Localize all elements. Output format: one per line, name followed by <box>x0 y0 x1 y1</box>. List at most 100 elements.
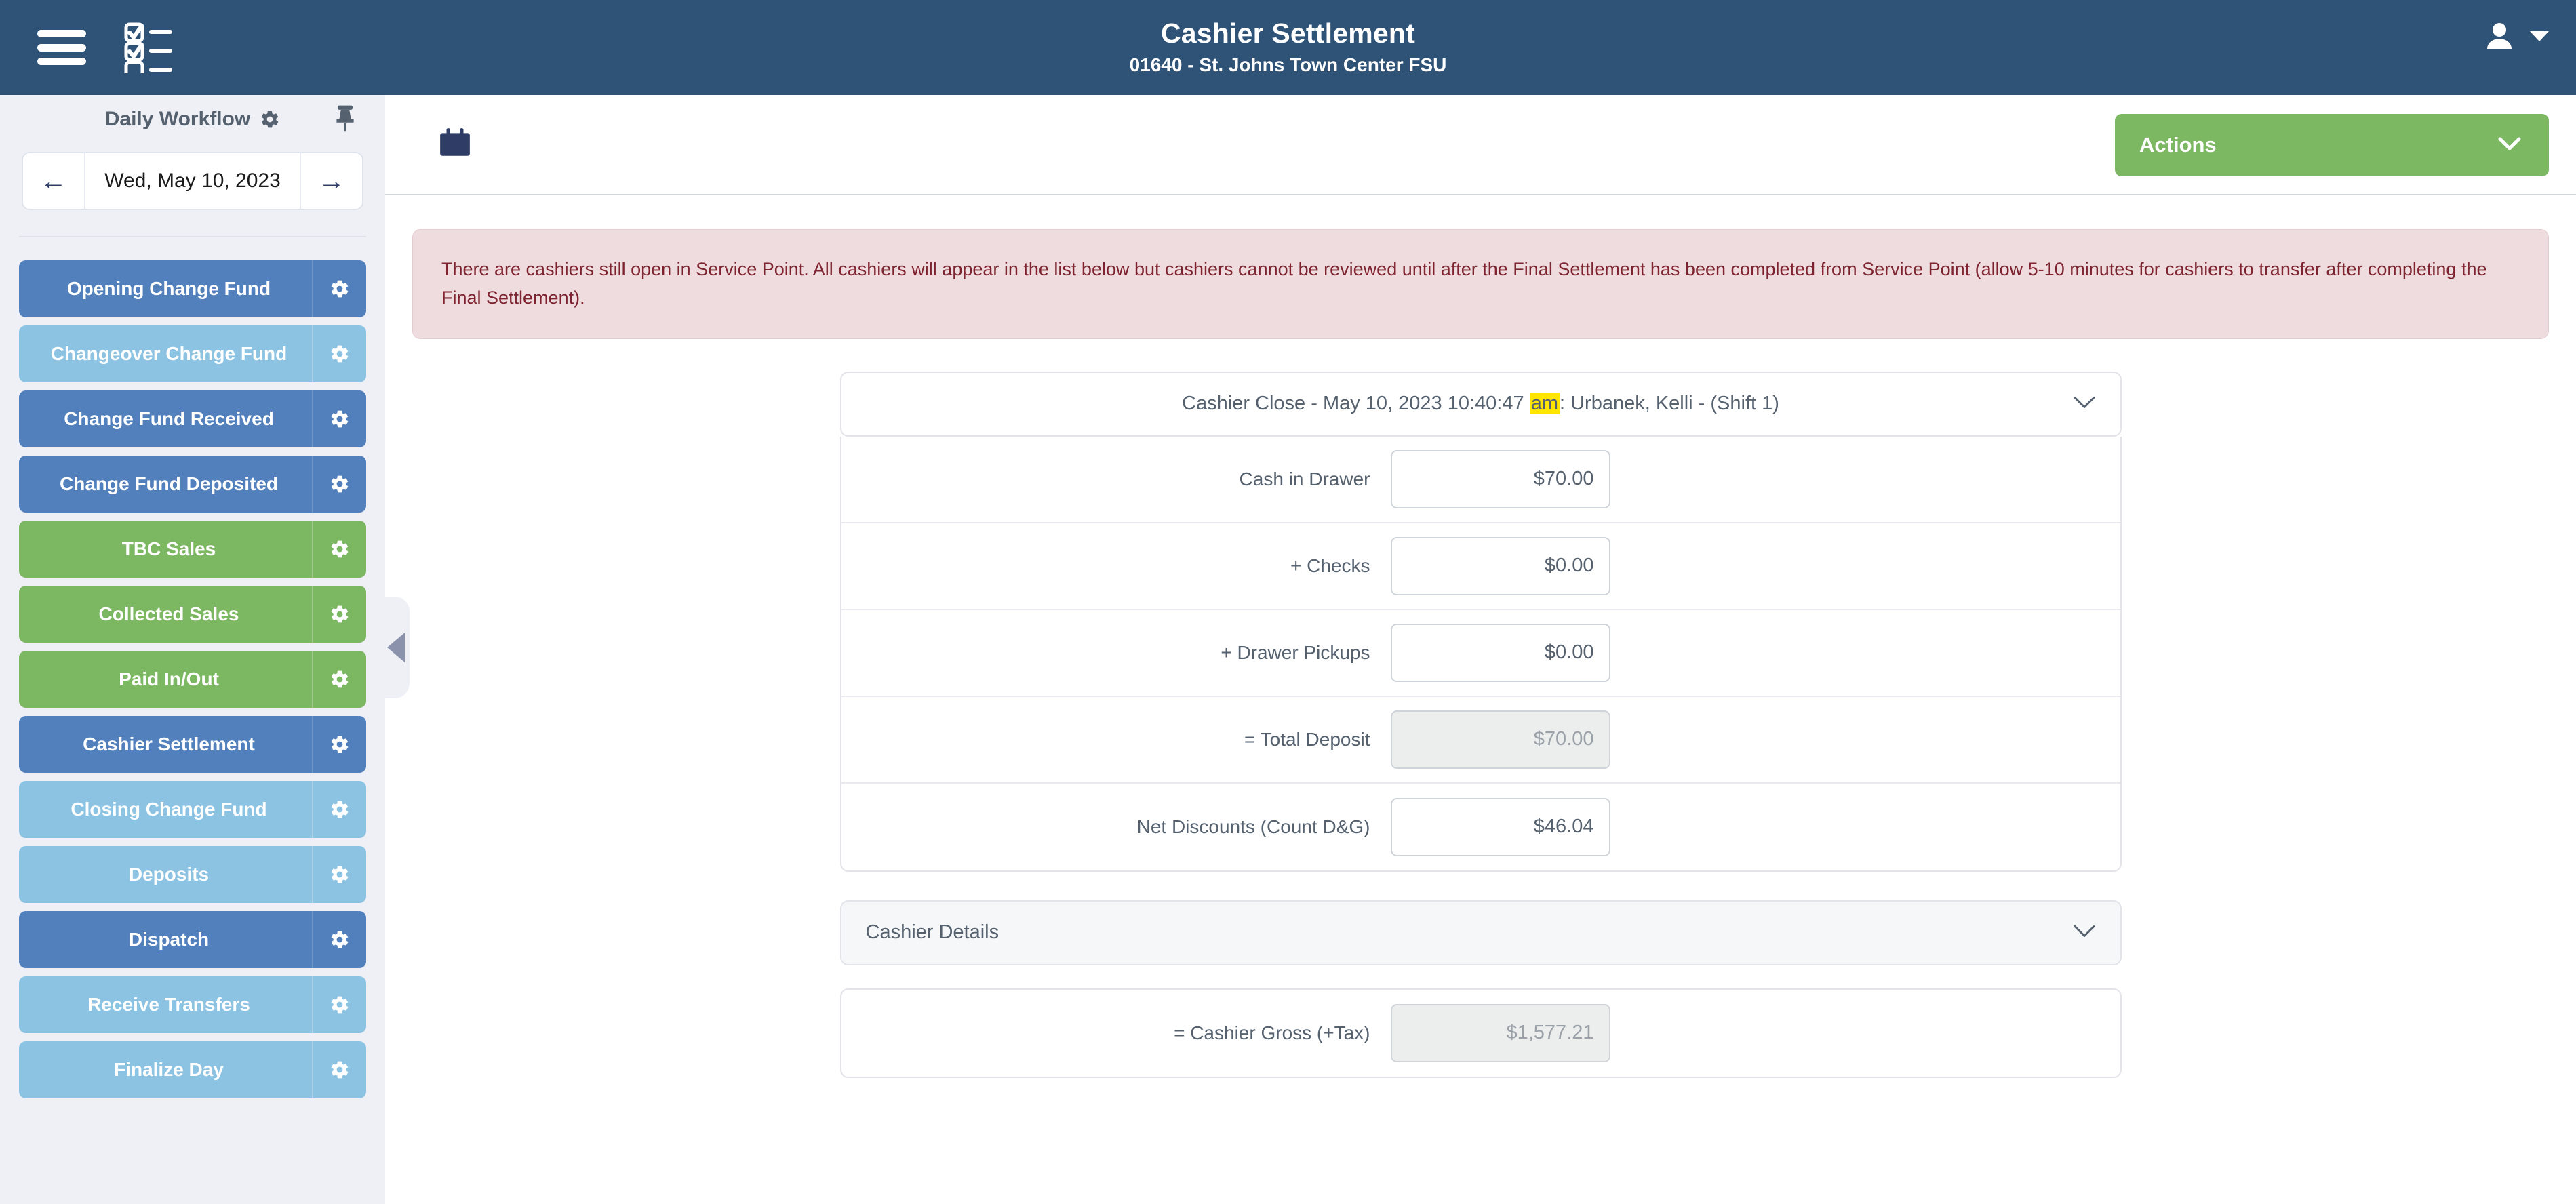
page-subtitle: 01640 - St. Johns Town Center FSU <box>1129 54 1447 75</box>
cashier-close-title-prefix: Cashier Close - May 10, 2023 10:40:47 <box>1182 393 1530 415</box>
cashier-close-panel: Cashier Close - May 10, 2023 10:40:47 am… <box>839 371 2122 872</box>
field-label: + Drawer Pickups <box>1221 641 1370 663</box>
actions-dropdown-button[interactable]: Actions <box>2115 114 2549 176</box>
cashier-details-title: Cashier Details <box>865 921 999 944</box>
sidebar-item-receive-transfers[interactable]: Receive Transfers <box>19 976 366 1033</box>
field-row: + Checks <box>841 523 2120 610</box>
sidebar-title: Daily Workflow <box>104 108 251 130</box>
current-date-value[interactable]: Wed, May 10, 2023 <box>85 153 300 209</box>
checklist-icon[interactable] <box>123 22 175 81</box>
sidebar-item-label: Closing Change Fund <box>71 799 267 820</box>
sidebar-item-label: Dispatch <box>128 929 210 950</box>
sidebar-item-label: Change Fund Deposited <box>60 473 278 494</box>
actions-button-label: Actions <box>2139 133 2217 157</box>
page-title: Cashier Settlement <box>1160 17 1415 49</box>
sidebar-item-cashier-settlement[interactable]: Cashier Settlement <box>19 716 366 773</box>
gear-icon[interactable] <box>312 651 366 708</box>
sidebar-item-label: Finalize Day <box>114 1059 224 1080</box>
hamburger-menu-icon[interactable] <box>37 30 86 65</box>
date-navigator: ← Wed, May 10, 2023 → <box>22 152 363 210</box>
gear-icon[interactable] <box>312 846 366 903</box>
sidebar-item-finalize-day[interactable]: Finalize Day <box>19 1041 366 1098</box>
sidebar-item-label: Opening Change Fund <box>66 278 271 299</box>
pin-icon[interactable] <box>332 104 358 138</box>
chevron-down-icon <box>2497 136 2522 155</box>
gear-icon[interactable] <box>312 390 366 447</box>
field-label: Cash in Drawer <box>1239 468 1370 489</box>
field-input[interactable] <box>1390 536 1610 595</box>
sidebar: Daily Workflow ← Wed, May 10, 2023 → Ope… <box>0 95 385 1204</box>
sidebar-item-label: Deposits <box>128 864 210 885</box>
main-content: Actions There are cashiers still open in… <box>385 95 2576 1204</box>
chevron-down-icon <box>2073 923 2096 942</box>
cashier-details-header[interactable]: Cashier Details <box>839 900 2122 965</box>
sidebar-collapse-handle[interactable] <box>385 597 410 698</box>
sidebar-item-opening-change-fund[interactable]: Opening Change Fund <box>19 260 366 317</box>
sidebar-item-paid-in-out[interactable]: Paid In/Out <box>19 651 366 708</box>
sidebar-item-change-fund-deposited[interactable]: Change Fund Deposited <box>19 456 366 513</box>
field-row: = Total Deposit <box>841 697 2120 784</box>
field-input[interactable] <box>1390 623 1610 682</box>
gear-icon[interactable] <box>260 109 280 129</box>
hamburger-bar <box>37 58 86 65</box>
sidebar-item-label: Paid In/Out <box>119 668 219 689</box>
sidebar-item-label: Change Fund Received <box>64 408 274 429</box>
field-row: Cash in Drawer <box>841 437 2120 523</box>
gear-icon[interactable] <box>312 781 366 838</box>
cashier-details-section: Cashier Details <box>839 900 2122 965</box>
sidebar-item-changeover-change-fund[interactable]: Changeover Change Fund <box>19 325 366 382</box>
next-day-button[interactable]: → <box>300 153 362 209</box>
sidebar-item-collected-sales[interactable]: Collected Sales <box>19 586 366 643</box>
field-row: + Drawer Pickups <box>841 610 2120 697</box>
cashier-close-fields: Cash in Drawer + Checks + Drawer Pickups = … <box>839 436 2122 872</box>
sidebar-item-label: Changeover Change Fund <box>50 343 288 364</box>
app-header: Cashier Settlement 01640 - St. Johns Tow… <box>0 0 2576 95</box>
header-title-block: Cashier Settlement 01640 - St. Johns Tow… <box>0 0 2576 95</box>
gear-icon[interactable] <box>312 521 366 578</box>
field-row: Net Discounts (Count D&G) <box>841 784 2120 870</box>
sidebar-item-label: Collected Sales <box>98 603 239 624</box>
content-toolbar: Actions <box>385 95 2576 195</box>
field-label: + Checks <box>1290 555 1370 576</box>
field-input[interactable] <box>1390 797 1610 856</box>
sidebar-item-closing-change-fund[interactable]: Closing Change Fund <box>19 781 366 838</box>
sidebar-header: Daily Workflow <box>0 95 385 144</box>
user-account-menu[interactable] <box>2484 20 2549 52</box>
hamburger-bar <box>37 30 86 37</box>
calendar-icon[interactable] <box>438 126 472 163</box>
warning-alert-banner: There are cashiers still open in Service… <box>412 229 2549 339</box>
previous-day-button[interactable]: ← <box>23 153 85 209</box>
user-account-icon <box>2487 23 2512 49</box>
field-input[interactable] <box>1390 449 1610 508</box>
sidebar-item-change-fund-received[interactable]: Change Fund Received <box>19 390 366 447</box>
search-highlight: am <box>1529 393 1560 415</box>
field-input <box>1390 1003 1610 1062</box>
sidebar-item-label: TBC Sales <box>121 538 216 559</box>
gear-icon[interactable] <box>312 325 366 382</box>
chevron-left-icon <box>387 633 405 662</box>
field-label: = Cashier Gross (+Tax) <box>1174 1022 1370 1043</box>
gear-icon[interactable] <box>312 911 366 968</box>
hamburger-bar <box>37 43 86 52</box>
cashier-close-title: Cashier Close - May 10, 2023 10:40:47 am… <box>1182 393 1779 415</box>
sidebar-divider <box>19 236 366 237</box>
sidebar-item-deposits[interactable]: Deposits <box>19 846 366 903</box>
sidebar-item-dispatch[interactable]: Dispatch <box>19 911 366 968</box>
sidebar-item-label: Receive Transfers <box>87 994 250 1015</box>
gear-icon[interactable] <box>312 260 366 317</box>
sidebar-item-tbc-sales[interactable]: TBC Sales <box>19 521 366 578</box>
chevron-down-icon <box>2530 31 2549 41</box>
field-input <box>1390 710 1610 769</box>
gear-icon[interactable] <box>312 1041 366 1098</box>
field-row: = Cashier Gross (+Tax) <box>841 990 2120 1077</box>
sidebar-item-label: Cashier Settlement <box>83 734 255 755</box>
gear-icon[interactable] <box>312 456 366 513</box>
gear-icon[interactable] <box>312 716 366 773</box>
chevron-down-icon <box>2073 395 2096 413</box>
cashier-details-fields: = Cashier Gross (+Tax) <box>839 988 2122 1078</box>
cashier-close-title-suffix: : Urbanek, Kelli - (Shift 1) <box>1559 393 1779 415</box>
gear-icon[interactable] <box>312 586 366 643</box>
field-label: = Total Deposit <box>1244 728 1370 750</box>
cashier-close-header[interactable]: Cashier Close - May 10, 2023 10:40:47 am… <box>839 371 2122 437</box>
gear-icon[interactable] <box>312 976 366 1033</box>
